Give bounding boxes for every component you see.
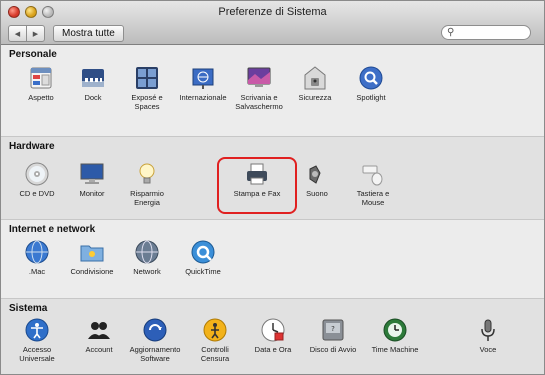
pane-time-machine[interactable]: Time Machine xyxy=(363,317,427,354)
software-update-icon xyxy=(143,318,167,342)
pane-label: Data e Ora xyxy=(254,345,292,354)
pane-label: Internazionale xyxy=(179,93,227,102)
pane-quicktime[interactable]: QuickTime xyxy=(171,239,235,276)
section-title-hardware: Hardware xyxy=(9,141,55,152)
cd-dvd-icon xyxy=(25,162,49,186)
pane-international[interactable]: Internazionale xyxy=(171,65,235,102)
network-icon xyxy=(135,240,159,264)
sharing-icon xyxy=(80,245,104,262)
pane-date-time[interactable]: Data e Ora xyxy=(241,317,305,354)
pane-accounts[interactable]: Account xyxy=(67,317,131,354)
pane-startup-disk[interactable]: ? Disco di Avvio xyxy=(301,317,365,354)
section-title-system: Sistema xyxy=(9,303,48,314)
expose-spaces-icon xyxy=(136,67,158,89)
search-field[interactable]: ⚲ xyxy=(441,25,531,40)
pane-expose-spaces[interactable]: Exposé e Spaces xyxy=(115,65,179,111)
show-all-button[interactable]: Mostra tutte xyxy=(53,25,124,42)
pane-label: Controlli Censura xyxy=(200,345,230,363)
title-bar: Preferenze di Sistema ◀ ▶ Mostra tutte ⚲ xyxy=(1,1,544,45)
section-title-personal: Personale xyxy=(9,49,57,60)
keyboard-mouse-icon xyxy=(362,165,383,186)
pane-label: Spotlight xyxy=(356,93,386,102)
pane-universal-access[interactable]: Accesso Universale xyxy=(5,317,69,363)
pane-label: QuickTime xyxy=(185,267,221,276)
speech-icon xyxy=(481,319,495,341)
pane-desktop-screensaver[interactable]: Scrivania e Salvaschermo xyxy=(227,65,291,111)
quicktime-icon xyxy=(191,240,215,264)
pane-label: Network xyxy=(133,267,161,276)
svg-text:?: ? xyxy=(331,325,335,333)
dock-icon xyxy=(82,69,104,87)
pane-speech[interactable]: Voce xyxy=(456,317,520,354)
back-button[interactable]: ◀ xyxy=(9,26,26,41)
search-icon: ⚲ xyxy=(447,27,455,38)
universal-access-icon xyxy=(25,318,49,342)
appearance-icon xyxy=(30,67,52,89)
pane-label: Risparmio Energia xyxy=(130,189,164,207)
desktop-screensaver-icon xyxy=(247,67,271,87)
energy-saver-icon xyxy=(139,163,155,184)
pane-label: Disco di Avvio xyxy=(309,345,357,354)
date-time-icon xyxy=(261,318,285,342)
time-machine-icon xyxy=(383,318,407,342)
pane-energy-saver[interactable]: Risparmio Energia xyxy=(115,161,179,207)
international-icon xyxy=(192,68,214,89)
pane-spotlight[interactable]: Spotlight xyxy=(339,65,403,102)
dotmac-icon xyxy=(25,240,49,264)
section-title-internet: Internet e network xyxy=(9,224,96,235)
sound-icon xyxy=(309,165,321,184)
monitor-icon xyxy=(80,163,104,184)
pane-label: Voce xyxy=(479,345,497,354)
pane-label: Sicurezza xyxy=(298,93,332,102)
pane-label: Aggiornamento Software xyxy=(129,345,181,363)
pane-label: Account xyxy=(85,345,113,354)
system-preferences-window: Preferenze di Sistema ◀ ▶ Mostra tutte ⚲… xyxy=(0,0,545,375)
spotlight-icon xyxy=(359,66,383,90)
startup-disk-icon: ? xyxy=(322,319,344,341)
pane-keyboard-mouse[interactable]: Tastiera e Mouse xyxy=(341,161,405,207)
pane-label: Tastiera e Mouse xyxy=(356,189,390,207)
back-forward-control: ◀ ▶ xyxy=(8,25,45,42)
pane-network[interactable]: Network xyxy=(115,239,179,276)
pane-label: Accesso Universale xyxy=(19,345,55,363)
pane-label: Time Machine xyxy=(371,345,419,354)
window-title: Preferenze di Sistema xyxy=(218,6,327,18)
security-icon xyxy=(304,66,326,90)
parental-controls-icon xyxy=(203,318,227,342)
accounts-icon xyxy=(88,322,110,339)
pane-label: Exposé e Spaces xyxy=(131,93,163,111)
forward-button[interactable]: ▶ xyxy=(26,26,44,41)
search-input[interactable] xyxy=(457,26,525,39)
pane-label: Scrivania e Salvaschermo xyxy=(235,93,283,111)
pane-software-update[interactable]: Aggiornamento Software xyxy=(123,317,187,363)
pane-parental-controls[interactable]: Controlli Censura xyxy=(183,317,247,363)
pane-security[interactable]: Sicurezza xyxy=(283,65,347,102)
highlight-frame xyxy=(217,157,297,214)
